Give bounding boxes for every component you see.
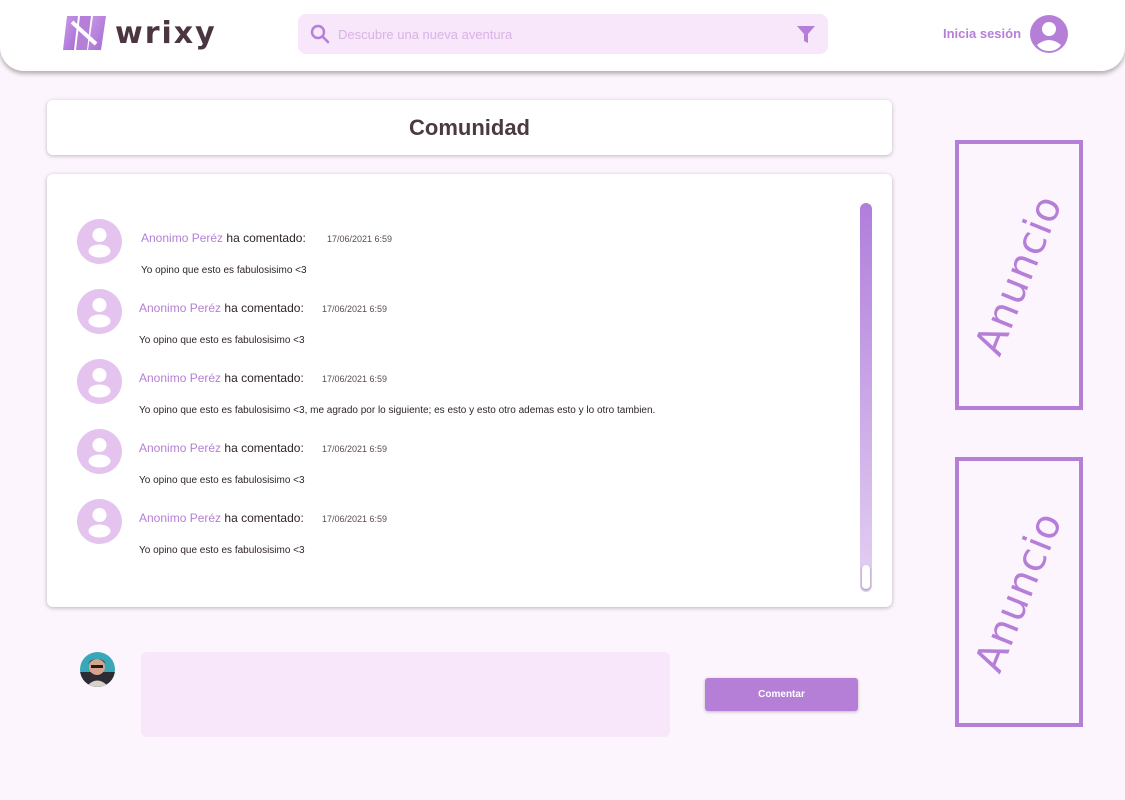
avatar-icon xyxy=(77,219,122,264)
comment-verb: ha comentado: xyxy=(226,231,306,245)
comment-author[interactable]: Anonimo Peréz xyxy=(139,301,221,315)
comment-item: Anonimo Peréz ha comentado: 17/06/2021 6… xyxy=(77,499,837,559)
page-title: Comunidad xyxy=(409,114,530,140)
comment-time: 17/06/2021 6:59 xyxy=(322,304,388,314)
comment-author[interactable]: Anonimo Peréz xyxy=(139,511,221,525)
comment-text: Yo opino que esto es fabulosisimo <3 xyxy=(141,265,307,276)
comment-item: Anonimo Peréz ha comentado: 17/06/2021 6… xyxy=(77,219,837,279)
top-navbar: wrixy Inicia sesión xyxy=(0,0,1125,71)
ad-label: Anuncio xyxy=(966,188,1072,362)
current-user-avatar xyxy=(80,652,115,687)
comment-input[interactable] xyxy=(141,652,670,737)
avatar-photo-icon xyxy=(80,652,115,687)
comment-verb: ha comentado: xyxy=(224,301,304,315)
ad-label: Anuncio xyxy=(966,505,1072,679)
comment-item: Anonimo Peréz ha comentado: 17/06/2021 6… xyxy=(77,359,837,419)
ad-banner[interactable]: Anuncio xyxy=(955,140,1083,410)
comment-author[interactable]: Anonimo Peréz xyxy=(141,231,223,245)
ad-banner[interactable]: Anuncio xyxy=(955,457,1083,727)
logo-icon xyxy=(63,16,106,50)
comment-item: Anonimo Peréz ha comentado: 17/06/2021 6… xyxy=(77,289,837,349)
comment-text: Yo opino que esto es fabulosisimo <3 xyxy=(139,545,305,556)
comment-verb: ha comentado: xyxy=(224,511,304,525)
comment-time: 17/06/2021 6:59 xyxy=(327,234,393,244)
search-input[interactable] xyxy=(338,14,778,54)
comment-time: 17/06/2021 6:59 xyxy=(322,514,388,524)
search-bar xyxy=(298,14,828,54)
avatar-icon xyxy=(77,359,122,404)
user-icon[interactable] xyxy=(1030,15,1068,53)
brand-name: wrixy xyxy=(115,15,217,51)
comment-button[interactable]: Comentar xyxy=(705,678,858,711)
comment-text: Yo opino que esto es fabulosisimo <3 xyxy=(139,335,305,346)
avatar-icon xyxy=(77,289,122,334)
login-link[interactable]: Inicia sesión xyxy=(943,26,1021,41)
comment-author[interactable]: Anonimo Peréz xyxy=(139,441,221,455)
comments-panel: Anonimo Peréz ha comentado: 17/06/2021 6… xyxy=(47,174,892,607)
scrollbar-thumb[interactable] xyxy=(862,565,870,589)
comment-item: Anonimo Peréz ha comentado: 17/06/2021 6… xyxy=(77,429,837,489)
filter-icon[interactable] xyxy=(796,25,816,44)
logo[interactable]: wrixy xyxy=(63,14,217,52)
comment-time: 17/06/2021 6:59 xyxy=(322,374,388,384)
avatar-icon xyxy=(77,499,122,544)
comment-time: 17/06/2021 6:59 xyxy=(322,444,388,454)
comment-text: Yo opino que esto es fabulosisimo <3, me… xyxy=(139,405,656,416)
search-icon[interactable] xyxy=(310,24,330,44)
comment-verb: ha comentado: xyxy=(224,371,304,385)
comment-verb: ha comentado: xyxy=(224,441,304,455)
avatar-icon xyxy=(77,429,122,474)
comment-author[interactable]: Anonimo Peréz xyxy=(139,371,221,385)
comment-text: Yo opino que esto es fabulosisimo <3 xyxy=(139,475,305,486)
scrollbar-track[interactable] xyxy=(860,203,872,592)
page-title-card: Comunidad xyxy=(47,100,892,155)
